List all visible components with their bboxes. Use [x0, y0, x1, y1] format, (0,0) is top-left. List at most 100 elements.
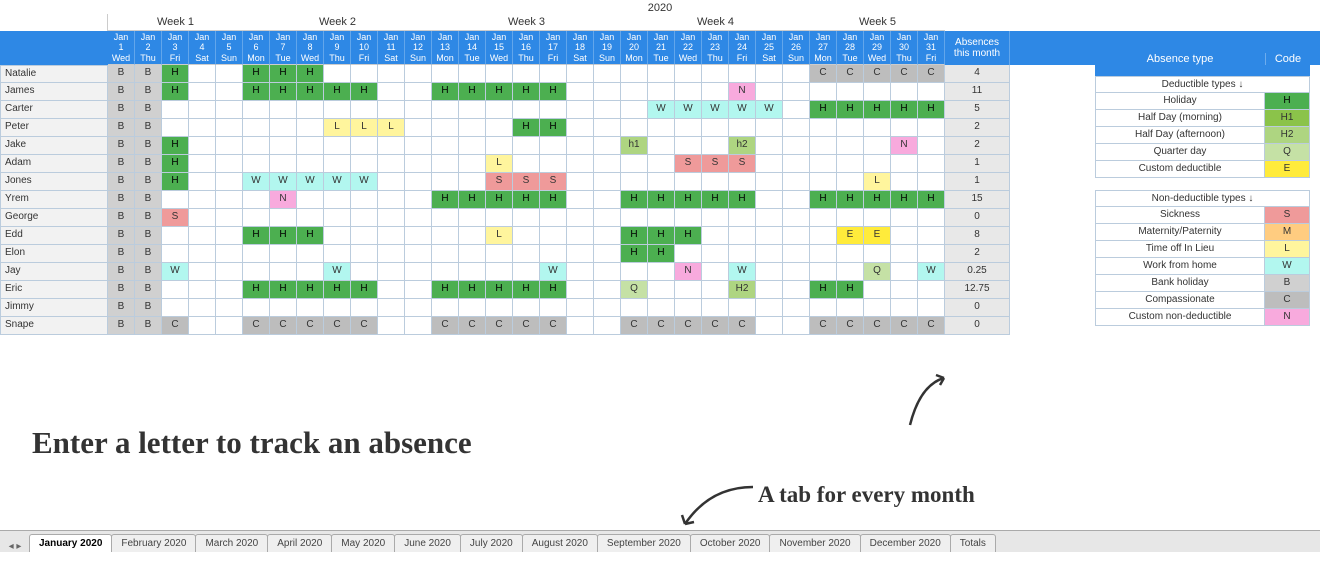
sheet-tab[interactable]: February 2020	[111, 534, 196, 552]
day-cell[interactable]: B	[108, 299, 135, 317]
day-cell[interactable]	[864, 155, 891, 173]
sheet-tab[interactable]: May 2020	[331, 534, 395, 552]
day-cell[interactable]	[540, 137, 567, 155]
day-cell[interactable]	[351, 101, 378, 119]
day-cell[interactable]	[432, 245, 459, 263]
day-cell[interactable]	[702, 173, 729, 191]
day-cell[interactable]	[891, 263, 918, 281]
day-cell[interactable]	[891, 119, 918, 137]
day-cell[interactable]: C	[270, 317, 297, 335]
day-cell[interactable]: S	[729, 155, 756, 173]
day-cell[interactable]: H	[891, 191, 918, 209]
day-cell[interactable]	[837, 173, 864, 191]
day-cell[interactable]: H	[648, 191, 675, 209]
day-cell[interactable]	[783, 281, 810, 299]
day-cell[interactable]: B	[135, 317, 162, 335]
day-cell[interactable]: B	[108, 101, 135, 119]
day-cell[interactable]	[864, 83, 891, 101]
day-cell[interactable]: H	[297, 83, 324, 101]
day-cell[interactable]	[324, 299, 351, 317]
day-cell[interactable]: C	[891, 317, 918, 335]
day-cell[interactable]	[891, 155, 918, 173]
day-cell[interactable]: W	[702, 101, 729, 119]
sheet-tab[interactable]: December 2020	[860, 534, 951, 552]
day-cell[interactable]	[459, 245, 486, 263]
day-cell[interactable]	[837, 245, 864, 263]
day-cell[interactable]	[756, 65, 783, 83]
day-cell[interactable]	[270, 263, 297, 281]
day-cell[interactable]	[540, 65, 567, 83]
day-cell[interactable]: H	[540, 191, 567, 209]
day-cell[interactable]	[243, 119, 270, 137]
day-cell[interactable]: H	[540, 281, 567, 299]
day-cell[interactable]	[378, 317, 405, 335]
day-cell[interactable]	[810, 299, 837, 317]
day-cell[interactable]	[486, 101, 513, 119]
day-cell[interactable]	[189, 245, 216, 263]
day-cell[interactable]	[783, 119, 810, 137]
day-cell[interactable]	[297, 101, 324, 119]
day-cell[interactable]	[270, 245, 297, 263]
day-cell[interactable]	[189, 119, 216, 137]
day-cell[interactable]	[459, 101, 486, 119]
day-cell[interactable]	[621, 173, 648, 191]
day-cell[interactable]	[162, 281, 189, 299]
day-cell[interactable]	[297, 137, 324, 155]
day-cell[interactable]	[243, 137, 270, 155]
day-cell[interactable]: H	[513, 119, 540, 137]
day-cell[interactable]	[513, 137, 540, 155]
day-cell[interactable]: B	[135, 299, 162, 317]
day-cell[interactable]: W	[351, 173, 378, 191]
day-cell[interactable]	[648, 299, 675, 317]
day-cell[interactable]	[189, 209, 216, 227]
day-cell[interactable]: H	[297, 281, 324, 299]
day-cell[interactable]	[675, 137, 702, 155]
sheet-tab[interactable]: September 2020	[597, 534, 691, 552]
day-cell[interactable]: H	[891, 101, 918, 119]
day-cell[interactable]: H	[621, 245, 648, 263]
day-cell[interactable]	[432, 137, 459, 155]
day-cell[interactable]: S	[540, 173, 567, 191]
day-cell[interactable]	[783, 155, 810, 173]
day-cell[interactable]	[567, 137, 594, 155]
day-cell[interactable]	[621, 101, 648, 119]
day-cell[interactable]	[810, 173, 837, 191]
day-cell[interactable]: W	[540, 263, 567, 281]
day-cell[interactable]	[270, 119, 297, 137]
day-cell[interactable]: N	[729, 83, 756, 101]
day-cell[interactable]: H	[837, 101, 864, 119]
day-cell[interactable]	[756, 227, 783, 245]
day-cell[interactable]	[243, 191, 270, 209]
day-cell[interactable]	[756, 317, 783, 335]
day-cell[interactable]	[216, 299, 243, 317]
day-cell[interactable]: B	[108, 119, 135, 137]
day-cell[interactable]	[540, 299, 567, 317]
day-cell[interactable]: W	[918, 263, 945, 281]
day-cell[interactable]: H	[810, 101, 837, 119]
day-cell[interactable]: L	[864, 173, 891, 191]
day-cell[interactable]: h2	[729, 137, 756, 155]
day-cell[interactable]: H	[351, 83, 378, 101]
day-cell[interactable]: H	[729, 191, 756, 209]
tab-scroll-buttons[interactable]: ◂ ▸	[0, 541, 30, 552]
day-cell[interactable]	[756, 281, 783, 299]
day-cell[interactable]	[432, 65, 459, 83]
day-cell[interactable]: W	[324, 263, 351, 281]
day-cell[interactable]	[540, 209, 567, 227]
day-cell[interactable]: H	[432, 83, 459, 101]
day-cell[interactable]: H	[837, 281, 864, 299]
day-cell[interactable]	[810, 155, 837, 173]
day-cell[interactable]: W	[756, 101, 783, 119]
day-cell[interactable]	[351, 137, 378, 155]
day-cell[interactable]: C	[297, 317, 324, 335]
day-cell[interactable]	[891, 209, 918, 227]
day-cell[interactable]: L	[351, 119, 378, 137]
day-cell[interactable]: H	[513, 281, 540, 299]
day-cell[interactable]	[513, 101, 540, 119]
day-cell[interactable]	[702, 137, 729, 155]
day-cell[interactable]: N	[891, 137, 918, 155]
day-cell[interactable]: B	[108, 263, 135, 281]
day-cell[interactable]	[216, 137, 243, 155]
day-cell[interactable]: C	[837, 317, 864, 335]
day-cell[interactable]	[189, 281, 216, 299]
